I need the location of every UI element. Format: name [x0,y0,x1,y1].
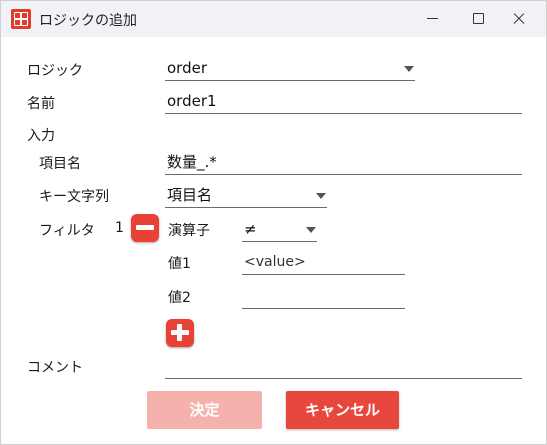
minus-icon [136,225,154,230]
filter-index: 1 [115,220,124,236]
input-section-label: 入力 [27,128,55,144]
logic-select-value: order [167,59,207,77]
add-filter-button[interactable] [166,319,194,347]
value1-input-placeholder: <value> [244,254,306,270]
operator-select[interactable]: ≠ [242,218,317,242]
operator-label: 演算子 [168,223,210,239]
app-logo-icon [11,9,31,29]
key-string-select[interactable]: 項目名 [165,184,327,208]
remove-filter-button[interactable] [131,214,159,242]
item-name-input-value: 数量_.* [167,153,217,171]
item-name-label: 項目名 [39,156,81,172]
key-string-select-value: 項目名 [167,186,213,204]
window-title: ロジックの追加 [39,13,137,29]
chevron-down-icon [306,227,316,233]
name-input-value: order1 [167,92,217,110]
name-label: 名前 [27,96,55,112]
chevron-down-icon [316,193,326,199]
item-name-input[interactable]: 数量_.* [165,151,522,175]
value1-input[interactable]: <value> [242,251,405,275]
minimize-button[interactable] [410,1,456,37]
ok-button[interactable]: 決定 [147,391,262,429]
name-input[interactable]: order1 [165,90,522,114]
title-bar[interactable]: ロジックの追加 [1,1,546,37]
logic-label: ロジック [27,63,83,79]
key-string-label: キー文字列 [39,189,109,205]
comment-label: コメント [27,360,83,376]
minimize-icon [427,18,438,19]
filter-label: フィルタ [39,223,95,239]
logic-select[interactable]: order [165,57,415,81]
comment-input[interactable] [165,355,522,379]
chevron-down-icon [404,66,414,72]
value1-label: 値1 [168,256,191,272]
close-icon [496,1,542,37]
operator-select-value: ≠ [244,220,257,238]
value2-input[interactable] [242,285,405,309]
value2-label: 値2 [168,290,191,306]
cancel-button[interactable]: キャンセル [286,391,399,429]
plus-icon [171,324,189,341]
close-button[interactable] [496,1,542,37]
add-logic-dialog: ロジックの追加 ロジック order 名前 order1 入力 項目名 数量_.… [0,0,547,445]
maximize-icon [473,13,484,24]
